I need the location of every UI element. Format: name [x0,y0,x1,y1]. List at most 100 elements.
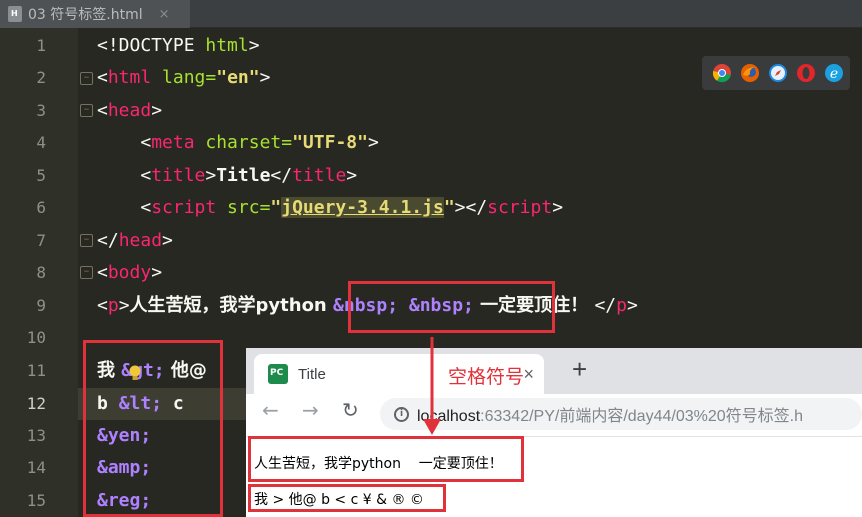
code-token: p [616,295,627,316]
url-text: localhost:63342/PY/前端内容/day44/03%20符号标签.… [417,402,803,426]
code-token: < [97,197,152,218]
code-token: > [367,132,379,153]
site-info-icon[interactable]: i [394,406,409,422]
line-number: 6 [36,198,46,217]
code-line-4[interactable]: <meta charset="UTF-8"> [97,127,379,159]
code-line-7[interactable]: </head> [97,225,173,257]
fold-marker-icon[interactable]: − [80,234,93,247]
back-button[interactable]: ← [262,398,279,422]
code-token: > [259,67,271,88]
pycharm-favicon-icon [268,364,288,384]
editor-tab[interactable]: 03 符号标签.html × [0,0,190,28]
line-number: 14 [26,458,46,477]
code-token: > [151,262,163,283]
code-token: < [97,67,108,88]
ie-icon[interactable]: e [824,63,844,83]
code-token: ></ [454,197,488,218]
code-token: "en" [216,67,260,88]
annotation-arrow-icon [423,337,441,435]
code-token: > [552,197,564,218]
reload-button[interactable]: ↻ [342,398,359,422]
code-token: " [443,197,455,218]
code-token: < [97,132,152,153]
code-token: > [151,100,163,121]
code-token: title [151,165,206,186]
line-number: 2 [36,68,46,87]
script-src-link[interactable]: jQuery-3.4.1.js [281,197,444,218]
code-token: </ [97,230,119,251]
code-token: > [118,295,130,316]
code-line-3[interactable]: <head> [97,95,162,127]
firefox-icon[interactable] [740,63,760,83]
code-token: head [118,230,163,251]
fold-marker-icon[interactable]: − [80,104,93,117]
chrome-icon[interactable] [712,63,732,83]
code-line-8[interactable]: <body> [97,257,162,289]
code-token: < [97,295,108,316]
rendered-entities-highlight-box [248,484,446,512]
code-token: " [270,197,282,218]
nbsp-highlight-box [348,281,555,333]
annotation-label: 空格符号 [448,366,525,388]
tab-close-icon[interactable]: × [159,7,170,22]
line-number: 9 [36,296,46,315]
code-token: <!DOCTYPE [97,35,206,56]
fold-marker-icon[interactable]: − [80,72,93,85]
code-token: < [97,100,108,121]
opera-icon[interactable] [796,63,816,83]
line-number: 15 [26,491,46,510]
entities-highlight-box [83,340,223,517]
code-token: body [107,262,152,283]
code-token: meta [151,132,195,153]
safari-icon[interactable] [768,63,788,83]
code-token: html [107,67,152,88]
code-token: html [205,35,249,56]
code-line-2[interactable]: <html lang="en"> [97,62,270,94]
html-file-icon [8,6,22,22]
line-number: 11 [26,361,46,380]
code-line-1[interactable]: <!DOCTYPE html> [97,30,260,62]
svg-text:e: e [830,66,838,82]
code-token: p [107,295,119,316]
code-line-5[interactable]: <title>Title</title> [97,160,357,192]
code-line-6[interactable]: <script src="jQuery-3.4.1.js"></script> [97,192,563,224]
code-token: > [248,35,260,56]
code-token: title [292,165,347,186]
code-token: charset= [194,132,293,153]
code-token: lang= [151,67,217,88]
code-token: script [151,197,217,218]
code-token: < [97,165,152,186]
line-number: 10 [26,328,46,347]
code-token: > [162,230,173,251]
line-number: 13 [26,426,46,445]
fold-marker-icon[interactable]: − [80,266,93,279]
code-token: > [346,165,358,186]
address-bar[interactable]: i localhost:63342/PY/前端内容/day44/03%20符号标… [380,398,862,430]
code-token: < [97,262,108,283]
new-tab-button[interactable]: + [572,354,587,385]
browser-tab-title: Title [298,365,326,383]
code-token: 人生苦短，我学python [129,295,334,316]
line-number: 5 [36,166,46,185]
browser-tab-close-icon[interactable]: × [523,364,534,385]
line-number: 1 [36,36,46,55]
code-token: </ [594,295,617,316]
code-token: </ [270,165,293,186]
rendered-paragraph-highlight-box [248,436,524,482]
code-token: script [487,197,553,218]
line-number: 8 [36,263,46,282]
browser-tab-strip: Title × + [246,348,862,394]
browser-preview-icons: e [702,56,850,90]
line-number: 7 [36,231,46,250]
code-token: Title [216,165,271,186]
code-token: > [626,295,638,316]
code-token: head [107,100,152,121]
forward-button[interactable]: → [302,398,319,422]
line-number: 3 [36,101,46,120]
editor-tab-bar: 03 符号标签.html × [0,0,862,28]
url-path: :63342/PY/前端内容/day44/03%20符号标签.h [480,408,803,425]
editor-tab-title: 03 符号标签.html [28,7,143,23]
line-number: 4 [36,133,46,152]
code-token: "UTF-8" [292,132,368,153]
code-token: > [205,165,217,186]
